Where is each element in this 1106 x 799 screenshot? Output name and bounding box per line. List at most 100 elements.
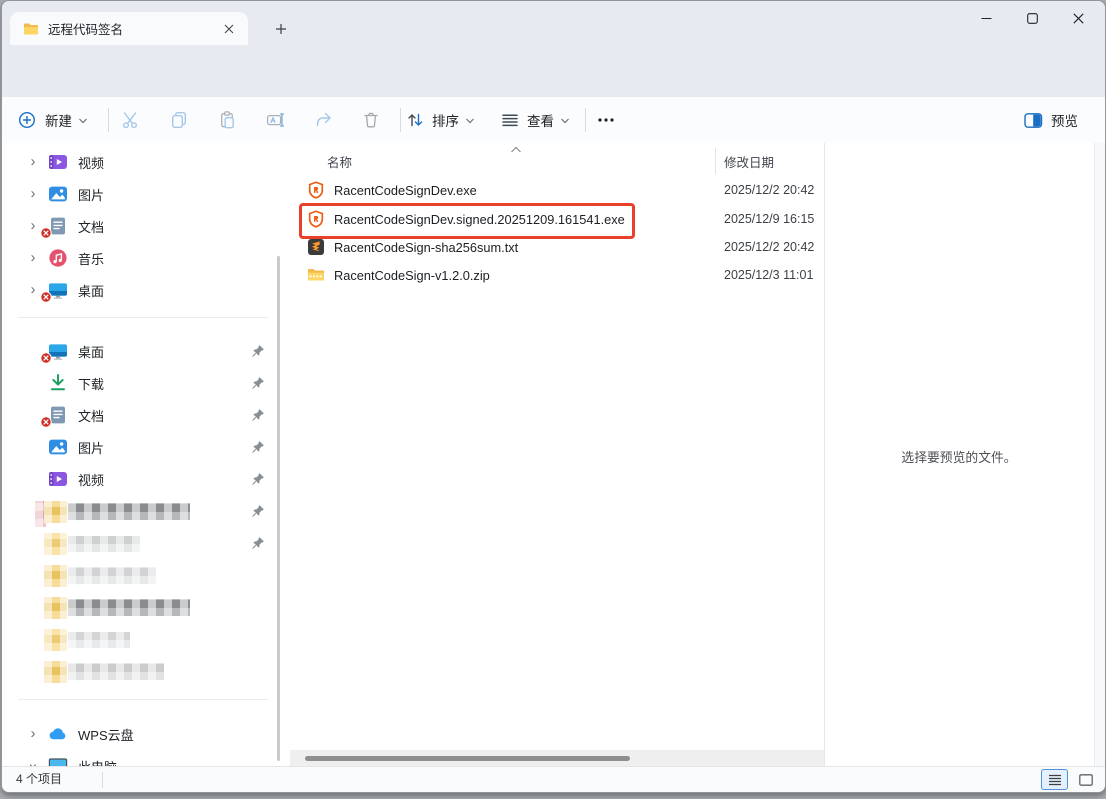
file-date: 2025/12/9 16:15 [724, 212, 814, 226]
sidebar-item-desktop[interactable]: › 桌面 [2, 274, 272, 306]
address-bar-row: › 此电脑 › 软件 (D:) › 远程代码签名 › [2, 45, 1105, 97]
sync-error-badge [40, 291, 52, 303]
file-row[interactable]: RacentCodeSign-sha256sum.txt 2025/12/2 2… [290, 233, 824, 261]
documents-icon [48, 405, 68, 425]
view-button[interactable]: 查看 [501, 97, 570, 143]
sidebar-item-label: WPS云盘 [78, 725, 134, 744]
pinned-item-pictures[interactable]: › 图片 [2, 431, 272, 463]
pin-icon [252, 344, 265, 357]
videos-icon [48, 469, 68, 489]
status-bar: 4 个项目 [2, 766, 1105, 793]
cloud-icon [48, 724, 68, 744]
new-button-label: 新建 [45, 110, 72, 130]
paste-icon[interactable] [212, 97, 242, 143]
maximize-button[interactable] [1009, 1, 1055, 35]
right-scroll-gutter [1094, 143, 1106, 766]
sidebar-item-music[interactable]: › 音乐 [2, 242, 272, 274]
pinned-item-documents[interactable]: › 文档 [2, 399, 272, 431]
item-count: 4 个项目 [16, 767, 62, 793]
text-file-icon [307, 238, 325, 256]
column-divider[interactable] [715, 148, 716, 174]
sync-error-badge [40, 227, 52, 239]
desktop-icon [48, 341, 68, 361]
copy-icon[interactable] [164, 97, 194, 143]
sidebar-item-label: 此电脑 [78, 757, 117, 767]
details-view-button[interactable] [1041, 769, 1068, 790]
sidebar-item-label: 下载 [78, 374, 104, 393]
pin-icon [252, 408, 265, 421]
sidebar-item-label: 图片 [78, 438, 104, 457]
tab-title: 远程代码签名 [48, 19, 220, 38]
new-button[interactable]: 新建 [18, 97, 88, 143]
pinned-item-videos[interactable]: › 视频 [2, 463, 272, 495]
explorer-window: 远程代码签名 [1, 0, 1106, 793]
shield-app-icon [307, 210, 325, 228]
column-header-name[interactable]: 名称 [327, 152, 352, 171]
pictures-icon [48, 437, 68, 457]
videos-icon [48, 152, 68, 172]
rename-icon[interactable] [260, 97, 290, 143]
file-date: 2025/12/2 20:42 [724, 240, 814, 254]
sidebar-scrollbar[interactable] [277, 256, 280, 761]
folder-icon [23, 22, 39, 36]
pin-icon [252, 504, 265, 517]
scrollbar-thumb[interactable] [305, 756, 630, 761]
tab-bar: 远程代码签名 [2, 1, 1105, 45]
file-date: 2025/12/3 11:01 [724, 268, 813, 282]
sidebar-item-videos[interactable]: › 视频 [2, 146, 272, 178]
pinned-item-desktop[interactable]: › 桌面 [2, 335, 272, 367]
chevron-right-icon[interactable]: › [26, 283, 40, 297]
music-icon [48, 248, 68, 268]
this-pc-icon [48, 756, 68, 766]
chevron-down-icon [78, 116, 88, 125]
icons-view-button[interactable] [1072, 769, 1099, 790]
command-bar: 新建 排序 [2, 97, 1105, 144]
toolbar-divider [585, 108, 586, 132]
share-icon[interactable] [308, 97, 338, 143]
pin-icon [252, 472, 265, 485]
sort-button-label: 排序 [432, 110, 459, 130]
sidebar-item-documents[interactable]: › 文档 [2, 210, 272, 242]
sidebar-divider [18, 699, 268, 700]
preview-pane-icon [1024, 112, 1043, 129]
minimize-button[interactable] [963, 1, 1009, 35]
more-options-icon[interactable] [592, 97, 620, 143]
downloads-icon [48, 373, 68, 393]
view-lines-icon [501, 111, 519, 129]
delete-icon[interactable] [356, 97, 386, 143]
chevron-right-icon[interactable]: › [26, 251, 40, 265]
sidebar-item-label: 文档 [78, 406, 104, 425]
shield-app-icon [307, 181, 325, 199]
sidebar-item-this-pc[interactable]: › 此电脑 [2, 750, 272, 766]
toolbar-divider [400, 108, 401, 132]
sidebar-item-label: 视频 [78, 470, 104, 489]
chevron-right-icon[interactable]: › [26, 727, 40, 741]
chevron-down-icon[interactable]: › [26, 759, 40, 766]
sidebar-item-pictures[interactable]: › 图片 [2, 178, 272, 210]
file-name: RacentCodeSignDev.signed.20251209.161541… [334, 212, 625, 227]
file-row[interactable]: RacentCodeSignDev.signed.20251209.161541… [290, 205, 824, 233]
chevron-right-icon[interactable]: › [26, 219, 40, 233]
navigation-pane: › 视频 › 图片 › 文档 › [2, 143, 283, 766]
tab-remote-code-sign[interactable]: 远程代码签名 [10, 12, 248, 45]
sort-button[interactable]: 排序 [406, 97, 475, 143]
close-button[interactable] [1055, 1, 1101, 35]
cut-icon[interactable] [116, 97, 146, 143]
new-tab-button[interactable] [270, 18, 292, 40]
pinned-item-downloads[interactable]: › 下载 [2, 367, 272, 399]
horizontal-scrollbar[interactable] [290, 750, 824, 766]
file-row[interactable]: RacentCodeSign-v1.2.0.zip 2025/12/3 11:0… [290, 261, 824, 289]
chevron-right-icon[interactable]: › [26, 155, 40, 169]
tab-close-icon[interactable] [220, 20, 238, 38]
chevron-right-icon[interactable]: › [26, 187, 40, 201]
sidebar-item-label: 桌面 [78, 281, 104, 300]
sidebar-item-wps-cloud[interactable]: › WPS云盘 [2, 718, 272, 750]
file-date: 2025/12/2 20:42 [724, 183, 814, 197]
zip-folder-icon [307, 266, 325, 284]
column-header-date[interactable]: 修改日期 [724, 152, 774, 171]
chevron-down-icon [465, 116, 475, 125]
preview-toggle-button[interactable]: 预览 [1024, 97, 1078, 143]
file-name: RacentCodeSignDev.exe [334, 183, 477, 198]
file-name: RacentCodeSign-v1.2.0.zip [334, 268, 490, 283]
file-row[interactable]: RacentCodeSignDev.exe 2025/12/2 20:42 [290, 176, 824, 204]
